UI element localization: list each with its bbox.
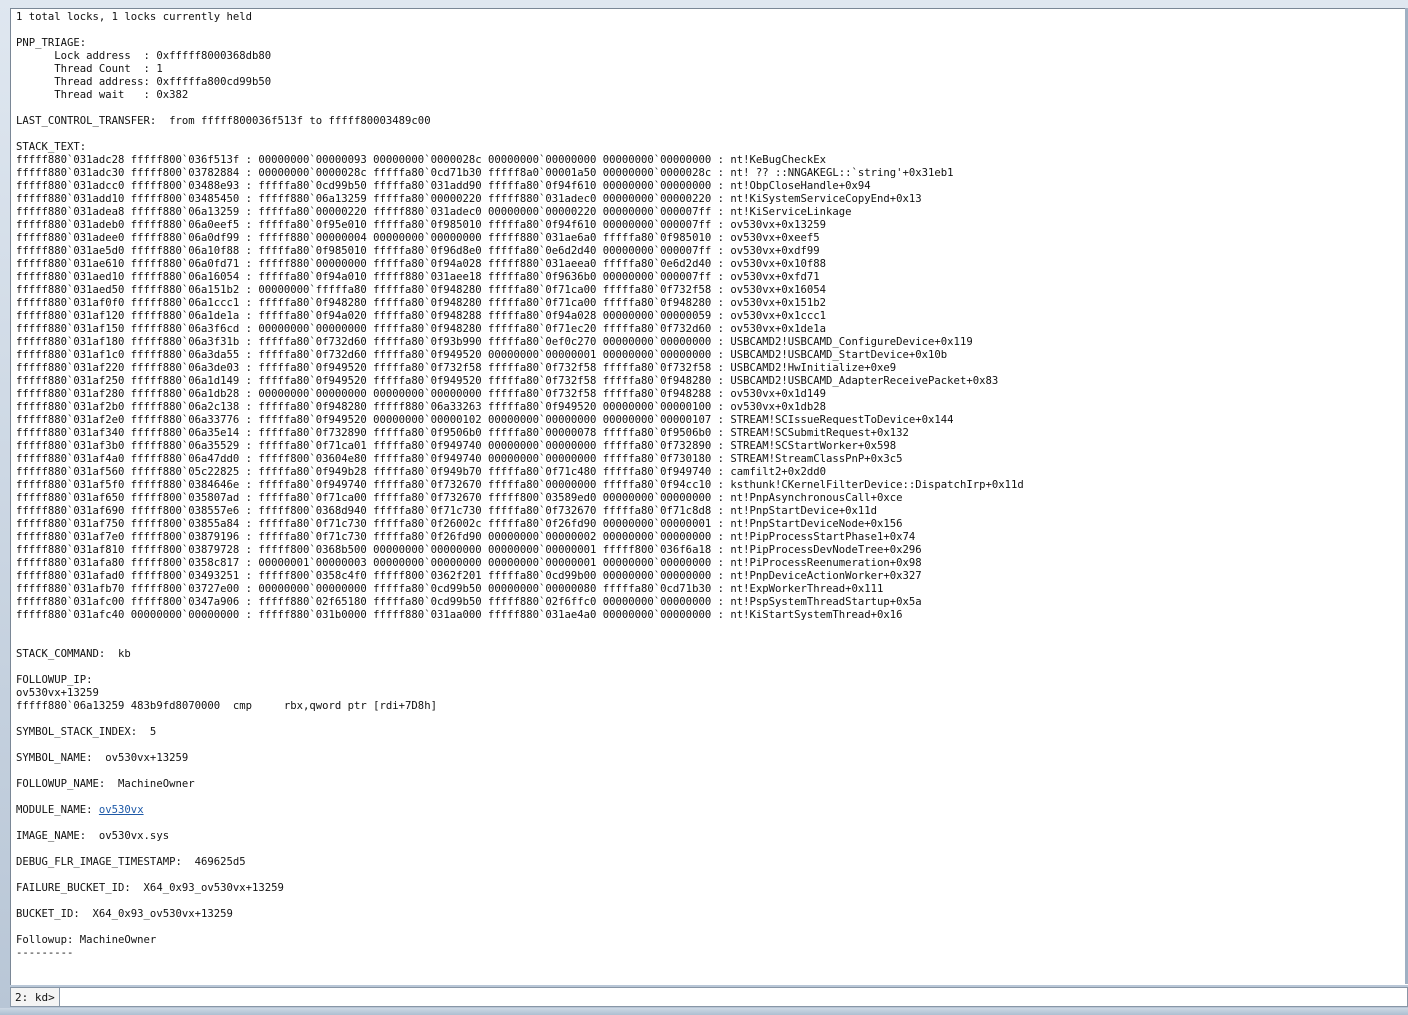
output-line: fffff880`031afad0 fffff800`03493251 : ff… xyxy=(16,570,922,582)
output-line: BUCKET_ID: X64_0x93_ov530vx+13259 xyxy=(16,908,233,920)
output-line: fffff880`031afc40 00000000`00000000 : ff… xyxy=(16,609,903,621)
output-line: fffff880`031afb70 fffff800`03727e00 : 00… xyxy=(16,583,884,595)
output-line: Thread address: 0xfffffa800cd99b50 xyxy=(16,76,272,88)
output-line: STACK_COMMAND: kb xyxy=(16,648,131,660)
output-line: fffff880`031add10 fffff800`03485450 : ff… xyxy=(16,193,922,205)
output-line: fffff880`031adc28 fffff800`036f513f : 00… xyxy=(16,154,827,166)
output-line: fffff880`031af2e0 fffff880`06a33776 : ff… xyxy=(16,414,954,426)
output-line: 1 total locks, 1 locks currently held xyxy=(16,11,252,23)
output-line: fffff880`031adee0 fffff880`06a0df99 : ff… xyxy=(16,232,820,244)
output-line: Thread Count : 1 xyxy=(16,63,163,75)
output-line: fffff880`031af120 fffff880`06a1de1a : ff… xyxy=(16,310,827,322)
output-line: PNP_TRIAGE: xyxy=(16,37,87,49)
output-line: DEBUG_FLR_IMAGE_TIMESTAMP: 469625d5 xyxy=(16,856,246,868)
module-name-link[interactable]: ov530vx xyxy=(99,804,144,816)
output-line: fffff880`031af220 fffff880`06a3de03 : ff… xyxy=(16,362,897,374)
output-line: Lock address : 0xfffff8000368db80 xyxy=(16,50,272,62)
output-line: fffff880`031af280 fffff880`06a1db28 : 00… xyxy=(16,388,827,400)
output-line: fffff880`031af7e0 fffff800`03879196 : ff… xyxy=(16,531,916,543)
output-line: fffff880`031afa80 fffff800`0358c817 : 00… xyxy=(16,557,922,569)
command-input[interactable] xyxy=(59,988,1407,1006)
output-line: fffff880`031af3b0 fffff880`06a35529 : ff… xyxy=(16,440,897,452)
output-line: fffff880`031af1c0 fffff880`06a3da55 : ff… xyxy=(16,349,948,361)
kd-prompt: 2: kd> xyxy=(11,988,60,1006)
output-line: Followup: MachineOwner xyxy=(16,934,157,946)
output-line: fffff880`031ae5d0 fffff880`06a10f88 : ff… xyxy=(16,245,820,257)
output-line: FOLLOWUP_IP: xyxy=(16,674,93,686)
window-bottom-border xyxy=(0,1008,1408,1015)
output-line: LAST_CONTROL_TRANSFER: from fffff800036f… xyxy=(16,115,431,127)
output-line: SYMBOL_STACK_INDEX: 5 xyxy=(16,726,157,738)
output-line: fffff880`031aed10 fffff880`06a16054 : ff… xyxy=(16,271,820,283)
output-line: --------- xyxy=(16,947,74,959)
module-name-label: MODULE_NAME: xyxy=(16,804,99,816)
output-line: fffff880`031aed50 fffff880`06a151b2 : 00… xyxy=(16,284,827,296)
output-line: fffff880`031af2b0 fffff880`06a2c138 : ff… xyxy=(16,401,827,413)
debugger-window: 1 total locks, 1 locks currently held PN… xyxy=(0,0,1408,1015)
output-line: fffff880`031af340 fffff880`06a35e14 : ff… xyxy=(16,427,909,439)
output-line: fffff880`031af0f0 fffff880`06a1ccc1 : ff… xyxy=(16,297,827,309)
output-line: fffff880`031af5f0 fffff880`0384646e : ff… xyxy=(16,479,1024,491)
output-line: fffff880`031ae610 fffff880`06a0fd71 : ff… xyxy=(16,258,827,270)
output-line: fffff880`031af180 fffff880`06a3f31b : ff… xyxy=(16,336,973,348)
output-line: fffff880`031af250 fffff880`06a1d149 : ff… xyxy=(16,375,999,387)
output-line: fffff880`031adea8 fffff880`06a13259 : ff… xyxy=(16,206,852,218)
output-line: fffff880`031af690 fffff800`038557e6 : ff… xyxy=(16,505,878,517)
output-line: STACK_TEXT: xyxy=(16,141,87,153)
output-lines-top: 1 total locks, 1 locks currently held PN… xyxy=(16,11,1024,790)
output-line: fffff880`031adcc0 fffff800`03488e93 : ff… xyxy=(16,180,871,192)
output-line: fffff880`031af750 fffff800`03855a84 : ff… xyxy=(16,518,903,530)
command-bar: 2: kd> xyxy=(10,987,1408,1007)
output-line: fffff880`031af4a0 fffff880`06a47dd0 : ff… xyxy=(16,453,903,465)
output-line: fffff880`031adeb0 fffff880`06a0eef5 : ff… xyxy=(16,219,827,231)
command-output-pane[interactable]: 1 total locks, 1 locks currently held PN… xyxy=(10,8,1408,985)
output-line: fffff880`031af560 fffff880`05c22825 : ff… xyxy=(16,466,827,478)
output-line: fffff880`031af150 fffff880`06a3f6cd : 00… xyxy=(16,323,827,335)
output-lines-bottom: IMAGE_NAME: ov530vx.sys DEBUG_FLR_IMAGE_… xyxy=(16,830,284,959)
output-line: fffff880`031af650 fffff800`035807ad : ff… xyxy=(16,492,903,504)
output-line: fffff880`031adc30 fffff800`03782884 : 00… xyxy=(16,167,954,179)
output-line: ov530vx+13259 xyxy=(16,687,99,699)
output-line: Thread wait : 0x382 xyxy=(16,89,189,101)
output-line: fffff880`031af810 fffff800`03879728 : ff… xyxy=(16,544,922,556)
debugger-output-text: 1 total locks, 1 locks currently held PN… xyxy=(11,9,1408,960)
output-line: fffff880`031afc00 fffff800`0347a906 : ff… xyxy=(16,596,922,608)
output-line: FAILURE_BUCKET_ID: X64_0x93_ov530vx+1325… xyxy=(16,882,284,894)
output-line: SYMBOL_NAME: ov530vx+13259 xyxy=(16,752,189,764)
output-line: fffff880`06a13259 483b9fd8070000 cmp rbx… xyxy=(16,700,437,712)
output-line: IMAGE_NAME: ov530vx.sys xyxy=(16,830,170,842)
output-line: FOLLOWUP_NAME: MachineOwner xyxy=(16,778,195,790)
